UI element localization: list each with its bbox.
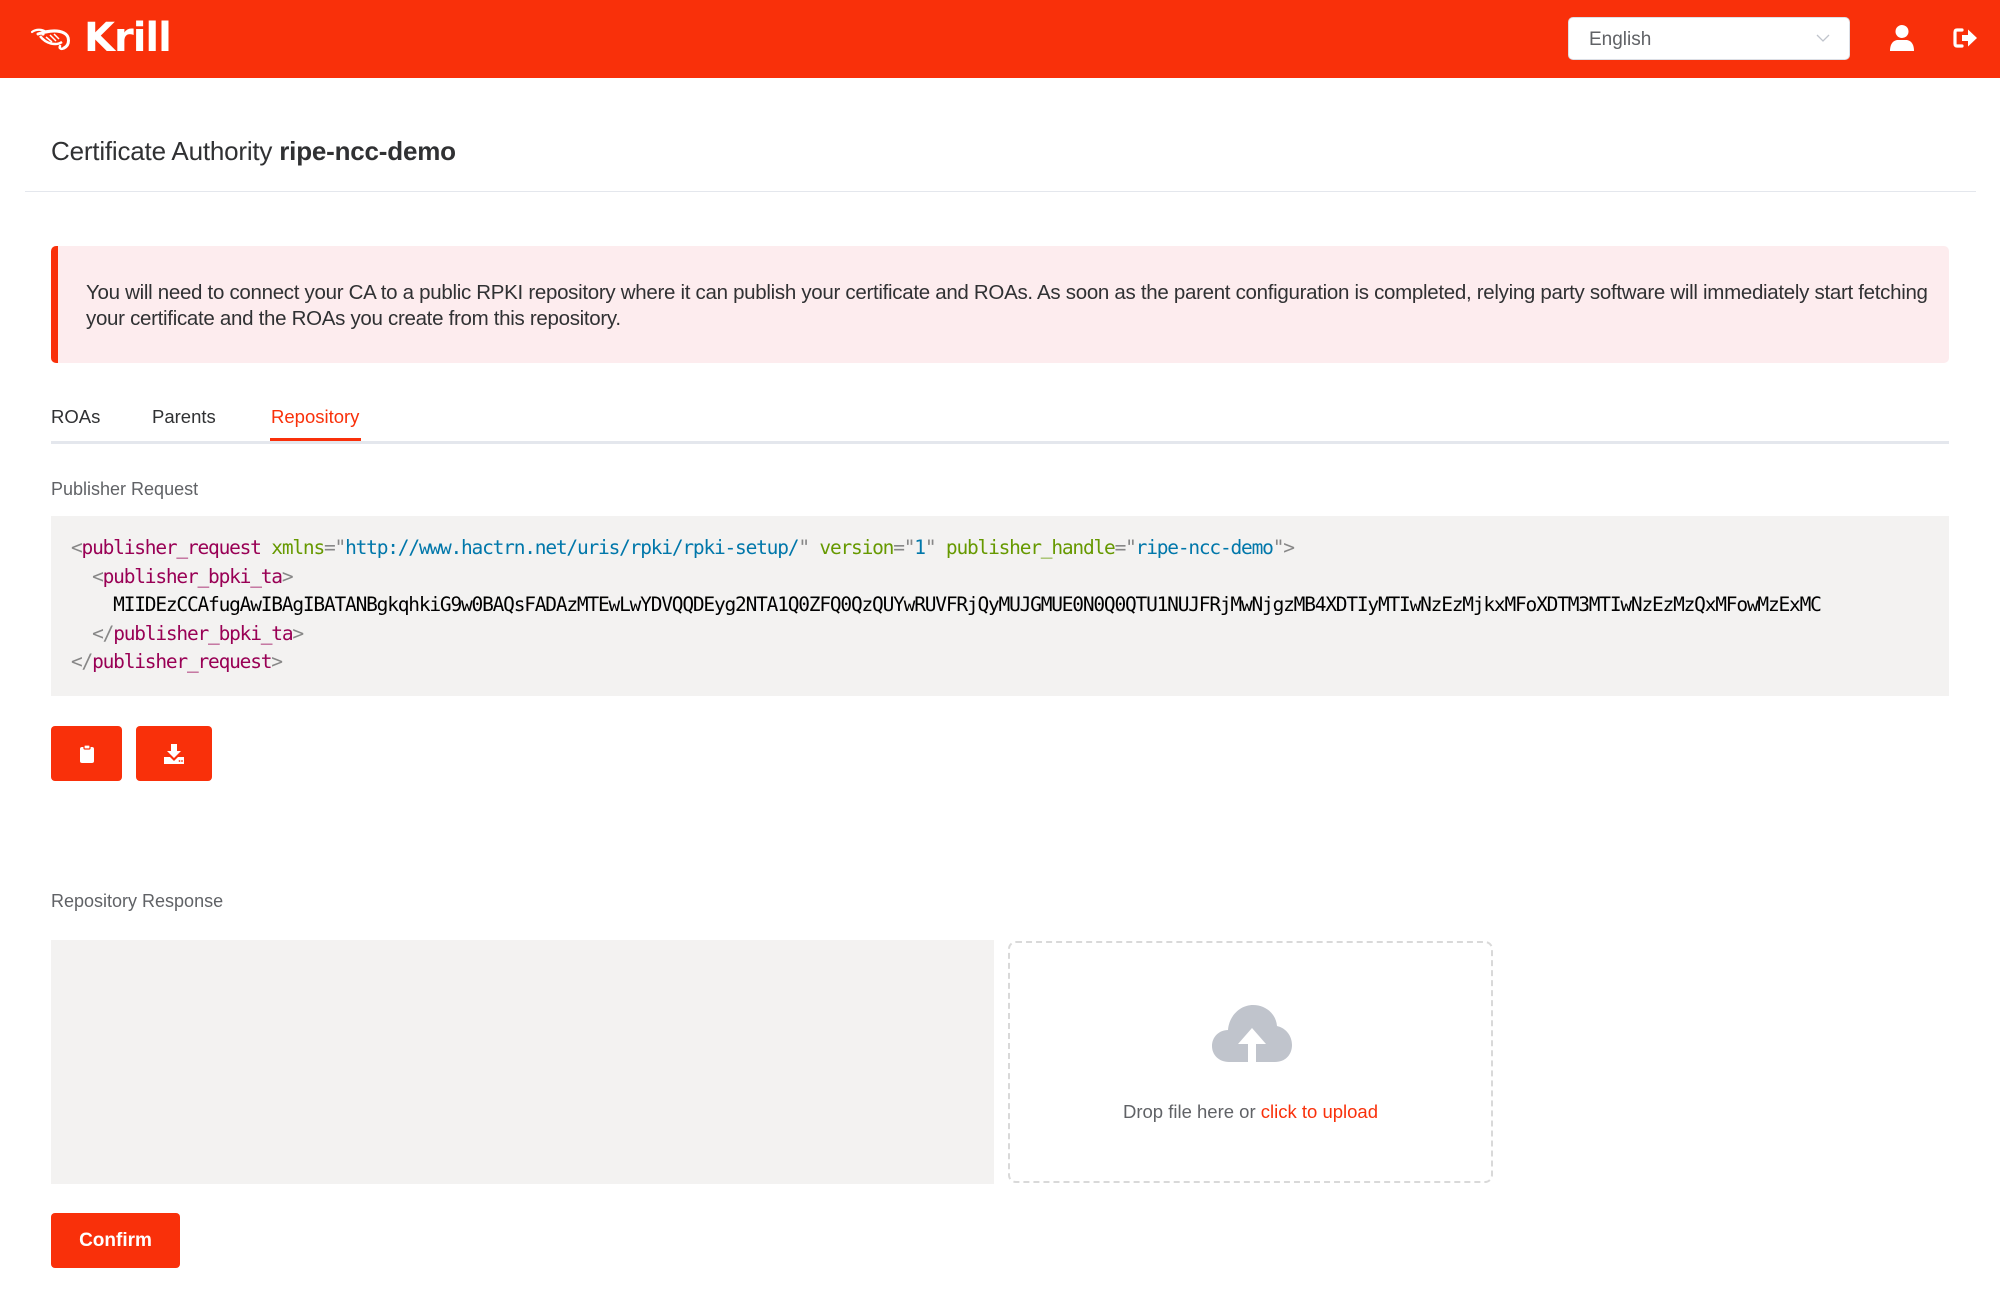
language-select[interactable]: English xyxy=(1568,17,1850,60)
active-tab-indicator xyxy=(270,438,361,441)
xml-root-tag: publisher_request xyxy=(81,536,262,559)
xml-xmlns-value: http://www.hactrn.net/uris/rpki/rpki-set… xyxy=(345,536,799,559)
tab-parents[interactable]: Parents xyxy=(152,406,216,428)
xml-child-close-tag: publisher_bpki_ta xyxy=(113,621,293,645)
xml-root-close-tag: publisher_request xyxy=(92,650,272,673)
repository-response-label: Repository Response xyxy=(51,891,224,911)
page-title-prefix: Certificate Authority xyxy=(51,136,273,166)
file-dropzone[interactable]: Drop file here or click to upload xyxy=(1008,941,1493,1183)
shrimp-icon xyxy=(30,28,70,51)
user-icon[interactable] xyxy=(1889,24,1915,52)
xml-handle-value: ripe-ncc-demo xyxy=(1135,536,1274,559)
page-title: Certificate Authority ripe-ncc-demo xyxy=(51,136,456,167)
download-button[interactable] xyxy=(136,726,212,781)
title-divider xyxy=(25,191,1976,192)
cloud-upload-icon xyxy=(1212,1005,1292,1064)
krill-logo[interactable]: Krill xyxy=(30,15,172,61)
dropzone-hint: Drop file here or xyxy=(1122,1101,1256,1122)
sign-out-icon[interactable] xyxy=(1953,24,1979,52)
xml-version-value: 1 xyxy=(914,536,926,559)
download-icon xyxy=(164,743,184,764)
info-alert: You will need to connect your CA to a pu… xyxy=(51,246,1949,363)
xml-child-tag: publisher_bpki_ta xyxy=(102,564,283,588)
publisher-request-label: Publisher Request xyxy=(51,479,199,499)
repository-response-textarea[interactable] xyxy=(51,940,994,1184)
clipboard-icon xyxy=(79,743,94,763)
top-navbar: Krill English xyxy=(0,0,2000,78)
tab-bar: ROAs Parents Repository xyxy=(51,400,1949,444)
xml-code: <publisher_request xmlns="http://www.hac… xyxy=(71,536,1822,673)
confirm-button[interactable]: Confirm xyxy=(51,1213,180,1268)
xml-ta-content: MIIDEzCCAfugAwIBAgIBATANBgkqhkiG9w0BAQsF… xyxy=(113,593,1822,616)
xml-attr-version: version xyxy=(819,536,894,559)
chevron-down-icon xyxy=(1816,34,1830,42)
copy-button[interactable] xyxy=(51,726,122,781)
dropzone-text: Drop file here or click to upload xyxy=(1010,1101,1491,1123)
xml-attr-xmlns: xmlns xyxy=(271,536,325,559)
tab-roas[interactable]: ROAs xyxy=(51,406,100,428)
alert-text: You will need to connect your CA to a pu… xyxy=(86,281,1928,330)
publisher-request-code[interactable]: <publisher_request xmlns="http://www.hac… xyxy=(51,516,1949,696)
ca-name: ripe-ncc-demo xyxy=(279,136,456,166)
xml-attr-handle: publisher_handle xyxy=(945,536,1116,559)
click-to-upload-link[interactable]: click to upload xyxy=(1261,1101,1378,1122)
language-select-value: English xyxy=(1589,29,1652,50)
tab-repository[interactable]: Repository xyxy=(271,406,359,428)
brand-name: Krill xyxy=(84,15,172,61)
